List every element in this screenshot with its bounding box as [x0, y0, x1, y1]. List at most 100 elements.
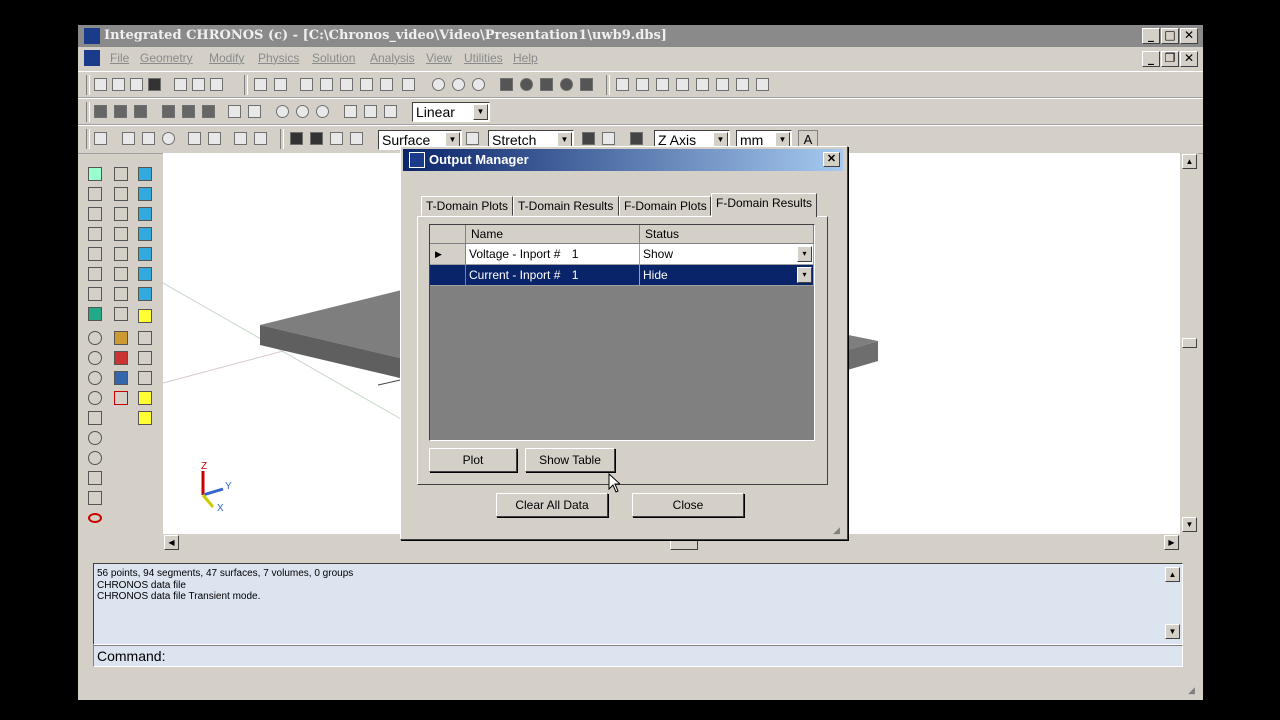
select-arrow-icon[interactable] [88, 167, 102, 181]
copy-icon[interactable] [130, 78, 143, 91]
delete-icon[interactable] [94, 132, 107, 145]
probe-icon[interactable] [114, 391, 128, 405]
zoom-all-icon[interactable] [88, 207, 102, 221]
scroll-left-icon[interactable]: ◀ [164, 535, 179, 550]
tab-t-domain-plots[interactable]: T-Domain Plots [421, 196, 513, 216]
view-rotate-icon[interactable] [114, 167, 128, 181]
cube-blue3-icon[interactable] [138, 207, 152, 221]
hand-icon[interactable] [114, 287, 128, 301]
scale-icon[interactable] [208, 132, 221, 145]
stop-icon[interactable] [88, 513, 102, 523]
plot-button[interactable]: Plot [429, 448, 517, 472]
scroll-up-icon[interactable]: ▲ [1182, 154, 1197, 169]
select-icon[interactable] [290, 132, 303, 145]
new-icon[interactable] [94, 78, 107, 91]
layer-icon[interactable] [344, 105, 357, 118]
close-window-button[interactable]: ✕ [1180, 28, 1198, 44]
cube-blue7-icon[interactable] [138, 287, 152, 301]
fillet-icon[interactable] [340, 78, 353, 91]
point-icon[interactable] [716, 78, 729, 91]
menu-geometry[interactable]: Geometry [140, 51, 193, 65]
close-button[interactable]: Close [632, 493, 744, 517]
tag-icon[interactable] [756, 78, 769, 91]
ruler-icon[interactable] [676, 78, 689, 91]
vertical-scrollbar[interactable]: ▲ ▼ [1181, 153, 1198, 534]
eye3-icon[interactable] [316, 105, 329, 118]
chevron-down-icon[interactable]: ▾ [797, 267, 812, 283]
layer3-icon[interactable] [384, 105, 397, 118]
menu-help[interactable]: Help [513, 51, 538, 65]
menu-solution[interactable]: Solution [312, 51, 355, 65]
zoom-next-icon[interactable] [88, 391, 102, 405]
show-table-button[interactable]: Show Table [525, 448, 615, 472]
open-icon[interactable] [112, 78, 125, 91]
preview-icon[interactable] [192, 78, 205, 91]
status-dropdown[interactable]: Show ▾ [640, 244, 814, 265]
chevron-down-icon[interactable]: ▼ [473, 104, 488, 120]
circle-icon[interactable] [432, 78, 445, 91]
cube-yellow3-icon[interactable] [138, 411, 152, 425]
hatch-icon[interactable] [330, 132, 343, 145]
view-wire-icon[interactable] [134, 105, 147, 118]
resize-grip-icon[interactable]: ◢ [1188, 685, 1198, 695]
view-top-icon[interactable] [114, 267, 128, 281]
doc-minimize-button[interactable]: _ [1142, 51, 1160, 67]
table-icon[interactable] [466, 132, 479, 145]
eye-icon[interactable] [276, 105, 289, 118]
cube-blue2-icon[interactable] [138, 187, 152, 201]
cylinder-icon[interactable] [540, 78, 553, 91]
angle-icon[interactable] [656, 78, 669, 91]
scroll-right-icon[interactable]: ▶ [1164, 535, 1179, 550]
orbit-icon[interactable] [88, 431, 102, 445]
brush-icon[interactable] [228, 105, 241, 118]
mesh2-icon[interactable] [182, 105, 195, 118]
mesh3-icon[interactable] [202, 105, 215, 118]
tab-f-domain-results[interactable]: F-Domain Results [711, 193, 817, 217]
menu-analysis[interactable]: Analysis [370, 51, 415, 65]
zoom-prev-icon[interactable] [88, 371, 102, 385]
layer2-icon[interactable] [364, 105, 377, 118]
mirror-icon[interactable] [142, 132, 155, 145]
cube-blue-icon[interactable] [138, 167, 152, 181]
tab-f-domain-plots[interactable]: F-Domain Plots [619, 196, 711, 216]
console-scroll-up-icon[interactable]: ▲ [1165, 567, 1180, 582]
sphere-icon[interactable] [520, 78, 533, 91]
pick-icon[interactable] [310, 132, 323, 145]
polygon-icon[interactable] [380, 78, 393, 91]
view-front-icon[interactable] [114, 187, 128, 201]
fly-icon[interactable] [88, 491, 102, 505]
surface-icon[interactable] [402, 78, 415, 91]
walk-icon[interactable] [88, 471, 102, 485]
curve-icon[interactable] [274, 78, 287, 91]
material3-icon[interactable] [114, 371, 128, 385]
export-icon[interactable] [210, 78, 223, 91]
table-row-name[interactable]: Voltage - Inport # 1 [466, 244, 640, 265]
material-icon[interactable] [114, 331, 128, 345]
interpolation-select[interactable]: Linear ▼ [412, 102, 490, 122]
zoom-in-icon[interactable] [88, 331, 102, 345]
pan-icon[interactable] [88, 411, 102, 425]
doc-restore-button[interactable]: ❐ [1161, 51, 1179, 67]
console-scroll-down-icon[interactable]: ▼ [1165, 624, 1180, 639]
ring-icon[interactable] [452, 78, 465, 91]
material2-icon[interactable] [114, 351, 128, 365]
view-back-icon[interactable] [114, 207, 128, 221]
redo-icon[interactable] [254, 132, 267, 145]
paint-icon[interactable] [248, 105, 261, 118]
status-dropdown[interactable]: Hide ▾ [640, 265, 814, 286]
menu-utilities[interactable]: Utilities [464, 51, 503, 65]
zoom-out-icon[interactable] [88, 351, 102, 365]
zoom-window-icon[interactable] [88, 187, 102, 201]
clear-all-data-button[interactable]: Clear All Data [496, 493, 608, 517]
view-right-icon[interactable] [114, 247, 128, 261]
hatch2-icon[interactable] [350, 132, 363, 145]
cone-icon[interactable] [560, 78, 573, 91]
mesh-icon[interactable] [162, 105, 175, 118]
menu-file[interactable]: File [110, 51, 129, 65]
print-icon[interactable] [174, 78, 187, 91]
triangle-icon[interactable] [360, 78, 373, 91]
measure-icon[interactable] [616, 78, 629, 91]
dialog-title-bar[interactable]: Output Manager ✕ [403, 149, 843, 171]
column-header-status[interactable]: Status [640, 225, 814, 244]
arc2-icon[interactable] [320, 78, 333, 91]
